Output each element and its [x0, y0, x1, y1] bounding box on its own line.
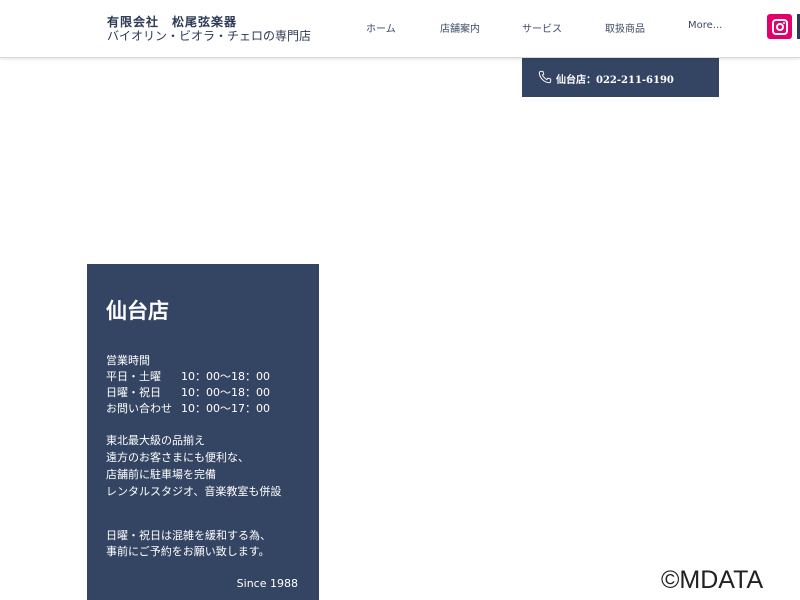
- nav-item-services[interactable]: サービス: [522, 20, 562, 35]
- hours-day: 日曜・祝日: [106, 386, 161, 399]
- copyright-watermark: ©MDATA: [661, 566, 764, 594]
- phone-number[interactable]: 仙台店：022-211-6190: [556, 71, 674, 86]
- feature-line: 東北最大級の品揃え: [106, 434, 205, 447]
- store-info-panel: 仙台店 営業時間 平日・土曜 10：00〜18：00 日曜・祝日 10：00〜18：…: [87, 264, 319, 600]
- notice-line: 日曜・祝日は混雑を緩和する為、: [106, 529, 271, 542]
- feature-line: レンタルスタジオ、音楽教室も併設: [106, 485, 282, 498]
- since-year: Since 1988: [236, 577, 298, 590]
- nav-item-more[interactable]: More...: [688, 20, 722, 31]
- nav-item-store-info[interactable]: 店舗案内: [440, 20, 480, 35]
- phone-contact-box[interactable]: 仙台店：022-211-6190: [522, 58, 719, 97]
- business-hours: 営業時間 平日・土曜 10：00〜18：00 日曜・祝日 10：00〜18：00 お…: [106, 353, 270, 417]
- instagram-icon[interactable]: [767, 14, 792, 39]
- feature-line: 遠方のお客さまにも便利な、: [106, 451, 249, 464]
- hours-day: 平日・土曜: [106, 370, 161, 383]
- hours-row: 日曜・祝日 10：00〜18：00: [106, 385, 270, 401]
- brand-tagline: バイオリン・ビオラ・チェロの専門店: [107, 29, 312, 43]
- store-features: 東北最大級の品揃え 遠方のお客さまにも便利な、 店舗前に駐車場を完備 レンタルス…: [106, 432, 281, 500]
- feature-line: 店舗前に駐車場を完備: [106, 468, 216, 481]
- reservation-notice: 日曜・祝日は混雑を緩和する為、 事前にご予約をお願い致します。: [106, 528, 271, 560]
- hours-time: 10：00〜18：00: [181, 386, 270, 399]
- hours-time: 10：00〜18：00: [181, 370, 270, 383]
- nav-item-home[interactable]: ホーム: [366, 20, 396, 35]
- store-title: 仙台店: [106, 299, 169, 323]
- hours-time: 10：00〜17：00: [181, 402, 270, 415]
- hours-heading: 営業時間: [106, 354, 150, 367]
- hours-day: お問い合わせ: [106, 402, 172, 415]
- site-header: 有限会社 松尾弦楽器 バイオリン・ビオラ・チェロの専門店 ホーム 店舗案内 サー…: [0, 0, 800, 58]
- phone-icon: [538, 70, 552, 84]
- hours-row: お問い合わせ 10：00〜17：00: [106, 401, 270, 417]
- nav-item-products[interactable]: 取扱商品: [605, 20, 645, 35]
- notice-line: 事前にご予約をお願い致します。: [106, 545, 270, 558]
- hours-row: 平日・土曜 10：00〜18：00: [106, 369, 270, 385]
